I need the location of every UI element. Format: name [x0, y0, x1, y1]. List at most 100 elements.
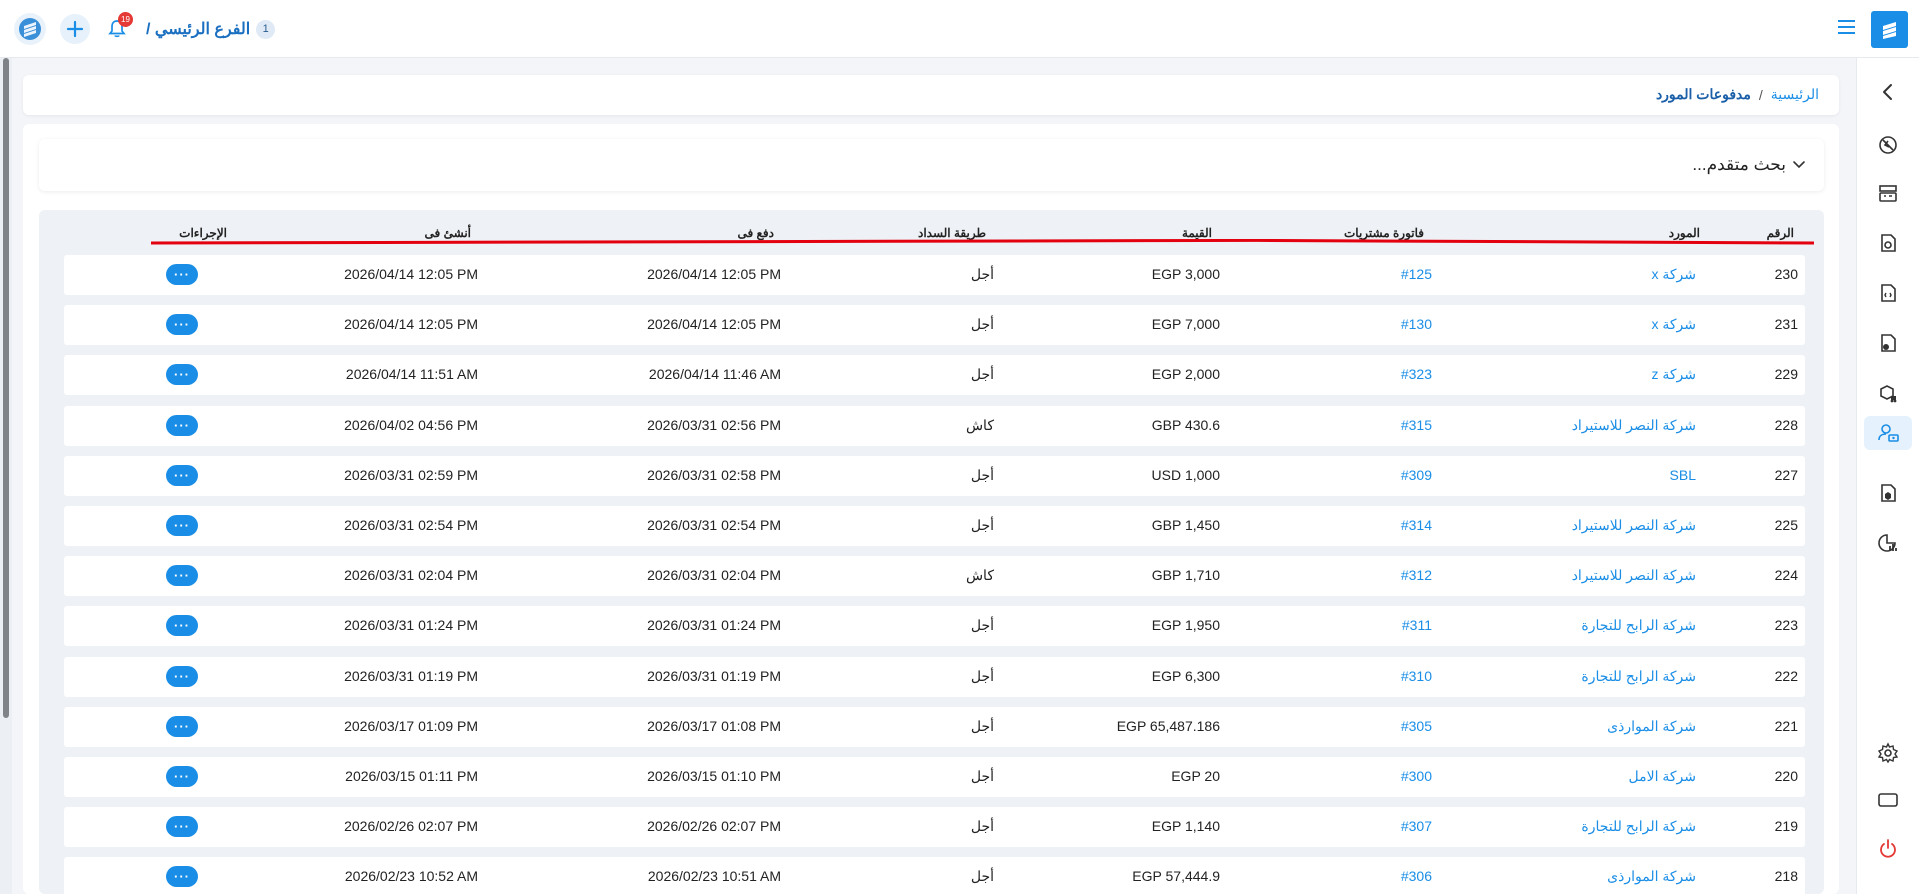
cell-payment-method: أجل	[970, 366, 994, 383]
collapse-icon[interactable]	[1871, 75, 1905, 109]
cell-vendor-link[interactable]: شركة الموارذى	[1607, 718, 1696, 735]
vendor-payments-icon[interactable]	[1864, 416, 1912, 450]
add-new-button[interactable]	[60, 14, 90, 44]
cell-created-at: 2026/03/17 01:09 PM	[344, 717, 478, 734]
cell-amount: GBP 1,450	[1151, 516, 1220, 533]
cell-invoice-link[interactable]: #314	[1401, 517, 1432, 533]
header-created-at: أنشئ فى	[424, 226, 471, 240]
cell-created-at: 2026/03/31 02:54 PM	[344, 516, 478, 533]
invoice-icon[interactable]	[1871, 276, 1905, 310]
cell-payment-method: أجل	[970, 266, 994, 282]
cell-amount: EGP 7,000	[1151, 316, 1220, 333]
hamburger-menu-icon[interactable]	[1838, 20, 1855, 34]
row-actions-button[interactable]: ···	[166, 715, 198, 737]
cell-invoice-link[interactable]: #306	[1401, 868, 1432, 884]
cell-vendor-link[interactable]: شركة الرابح للتجارة	[1581, 617, 1696, 634]
screen-icon[interactable]	[1871, 783, 1905, 817]
row-actions-button[interactable]: ···	[166, 264, 198, 285]
row-actions-button[interactable]: ···	[166, 765, 198, 787]
cell-invoice-link[interactable]: #315	[1401, 417, 1432, 433]
dashboard-icon[interactable]	[1871, 128, 1905, 162]
row-actions-button[interactable]: ···	[166, 565, 198, 587]
table-row[interactable]: 227 SBL #309 USD 1,000 أجل 2026/03/31 02…	[64, 455, 1805, 496]
cell-created-at: 2026/02/26 02:07 PM	[344, 818, 478, 835]
header-method: طريقة السداد	[917, 226, 986, 240]
table-row[interactable]: 222 شركة الرابح للتجارة #310 EGP 6,300 أ…	[64, 656, 1805, 697]
table-row[interactable]: 223 شركة الرابح للتجارة #311 EGP 1,950 أ…	[64, 606, 1805, 647]
inventory-icon[interactable]	[1871, 376, 1905, 410]
row-actions-button[interactable]: ···	[166, 866, 198, 888]
purchases-icon[interactable]	[1871, 326, 1905, 360]
cell-invoice-link[interactable]: #307	[1401, 818, 1432, 834]
cell-vendor-link[interactable]: شركة الامل	[1629, 768, 1697, 785]
cell-number: 219	[1774, 818, 1798, 835]
row-actions-button[interactable]: ···	[166, 615, 198, 637]
settings-icon[interactable]	[1871, 736, 1905, 770]
breadcrumb-home-link[interactable]: الرئيسية	[1771, 86, 1819, 103]
cell-invoice-link[interactable]: #309	[1401, 467, 1432, 483]
cell-amount: EGP 6,300	[1151, 667, 1220, 684]
row-actions-button[interactable]: ···	[166, 665, 198, 687]
cell-invoice-link[interactable]: #310	[1401, 668, 1432, 684]
row-actions-button[interactable]: ···	[166, 514, 198, 536]
cell-vendor-link[interactable]: شركة الرابح للتجارة	[1581, 818, 1696, 835]
cell-vendor-link[interactable]: شركة النصر للاستيراد	[1572, 417, 1696, 434]
cell-invoice-link[interactable]: #300	[1401, 768, 1432, 784]
cell-vendor-link[interactable]: شركة الموارذى	[1607, 868, 1696, 885]
breadcrumb: الرئيسية / مدفوعات المورد	[1656, 86, 1819, 103]
row-actions-button[interactable]: ···	[166, 414, 198, 436]
cell-invoice-link[interactable]: #125	[1401, 266, 1432, 282]
cell-amount: GBP 1,710	[1151, 567, 1220, 584]
products-icon[interactable]	[1871, 476, 1905, 510]
power-icon[interactable]	[1871, 832, 1905, 866]
cell-vendor-link[interactable]: SBL	[1670, 467, 1696, 483]
app-logo-small[interactable]	[14, 13, 46, 45]
top-bar: 19 1 الفرع الرئيسي /	[0, 0, 1919, 58]
table-row[interactable]: 221 شركة الموارذى #305 EGP 65,487.186 أج…	[64, 706, 1805, 747]
cash-register-icon[interactable]	[1871, 176, 1905, 210]
table-row[interactable]: 224 شركة النصر للاستيراد #312 GBP 1,710 …	[64, 556, 1805, 597]
cell-vendor-link[interactable]: شركة النصر للاستيراد	[1572, 517, 1696, 534]
app-logo[interactable]	[1871, 11, 1908, 48]
sales-icon[interactable]	[1871, 226, 1905, 260]
cell-vendor-link[interactable]: شركة النصر للاستيراد	[1572, 567, 1696, 584]
cell-invoice-link[interactable]: #311	[1402, 617, 1432, 633]
cell-payment-method: أجل	[970, 717, 994, 734]
cell-created-at: 2026/04/14 11:51 AM	[345, 366, 478, 383]
cell-amount: EGP 3,000	[1151, 266, 1220, 282]
cell-paid-at: 2026/02/23 10:51 AM	[647, 868, 781, 885]
scrollbar-thumb[interactable]	[3, 58, 9, 718]
notifications-button[interactable]: 19	[102, 12, 133, 44]
cell-amount: EGP 20	[1171, 767, 1220, 784]
cell-created-at: 2026/04/14 12:05 PM	[344, 316, 478, 333]
row-actions-button[interactable]: ···	[166, 314, 198, 336]
branch-selector[interactable]: 1 الفرع الرئيسي /	[146, 19, 276, 39]
advanced-search-toggle[interactable]: بحث متقدم...	[39, 139, 1824, 191]
cell-invoice-link[interactable]: #312	[1401, 567, 1432, 583]
reports-icon[interactable]	[1871, 526, 1905, 560]
cell-vendor-link[interactable]: شركة x	[1651, 316, 1696, 333]
cell-invoice-link[interactable]: #323	[1401, 366, 1432, 382]
logo-icon	[19, 18, 41, 40]
table-row[interactable]: 230 شركة x #125 EGP 3,000 أجل 2026/04/14…	[64, 255, 1805, 295]
cell-amount: EGP 1,140	[1151, 818, 1220, 835]
cell-number: 229	[1774, 366, 1798, 383]
table-row[interactable]: 225 شركة النصر للاستيراد #314 GBP 1,450 …	[64, 505, 1805, 546]
cell-vendor-link[interactable]: شركة x	[1651, 266, 1696, 283]
table-row[interactable]: 229 شركة z #323 EGP 2,000 أجل 2026/04/14…	[64, 355, 1805, 396]
row-actions-button[interactable]: ···	[166, 364, 198, 386]
row-actions-button[interactable]: ···	[166, 464, 198, 486]
table-row[interactable]: 219 شركة الرابح للتجارة #307 EGP 1,140 أ…	[64, 807, 1805, 848]
cell-amount: GBP 430.6	[1151, 416, 1220, 433]
table-row[interactable]: 218 شركة الموارذى #306 EGP 57,444.9 أجل …	[64, 857, 1805, 894]
table-row[interactable]: 228 شركة النصر للاستيراد #315 GBP 430.6 …	[64, 405, 1805, 446]
row-actions-button[interactable]: ···	[166, 816, 198, 838]
cell-invoice-link[interactable]: #305	[1401, 718, 1432, 734]
breadcrumb-card: الرئيسية / مدفوعات المورد	[23, 75, 1839, 115]
cell-vendor-link[interactable]: شركة الرابح للتجارة	[1581, 668, 1696, 685]
table-row[interactable]: 220 شركة الامل #300 EGP 20 أجل 2026/03/1…	[64, 756, 1805, 797]
cell-vendor-link[interactable]: شركة z	[1651, 366, 1696, 383]
cell-invoice-link[interactable]: #130	[1401, 316, 1432, 332]
cell-paid-at: 2026/03/15 01:10 PM	[647, 767, 781, 784]
table-row[interactable]: 231 شركة x #130 EGP 7,000 أجل 2026/04/14…	[64, 305, 1805, 346]
